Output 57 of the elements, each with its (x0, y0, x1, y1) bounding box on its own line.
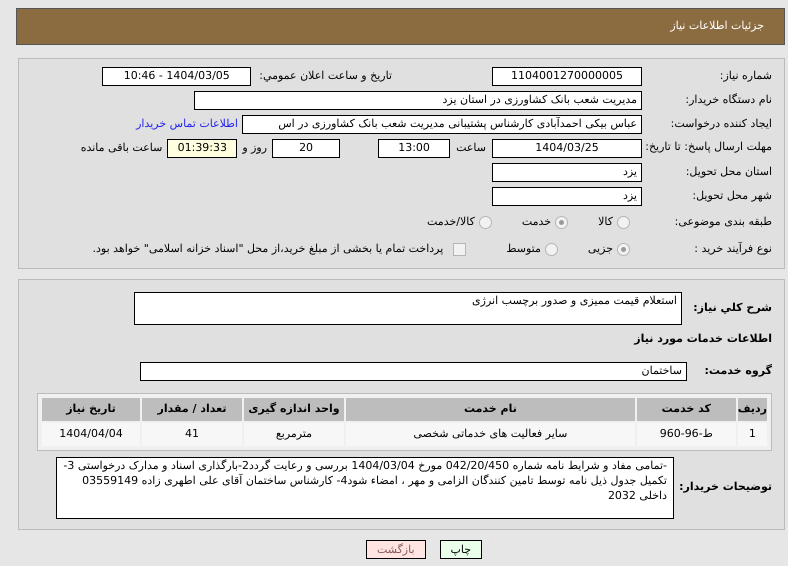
section-heading: اطلاعات خدمات مورد نیاز (632, 331, 772, 347)
radio-label: کالا (598, 214, 613, 230)
field-label: شرح کلي نیاز: (692, 300, 772, 316)
table-cell: 41 (142, 422, 242, 446)
field-label: نوع فرآیند خرید : (693, 240, 772, 257)
text-field[interactable]: 1404/03/25 (492, 139, 642, 158)
field-label: توضیحات خریدار: (678, 479, 772, 496)
print-button[interactable]: چاپ (440, 540, 482, 558)
checkbox[interactable] (453, 242, 466, 256)
field-label: شماره نیاز: (718, 68, 772, 84)
field-label: ساعت (456, 140, 486, 156)
column-header: تاریخ نیاز (42, 398, 140, 420)
text-field[interactable]: عباس بیکی احمدآبادی کارشناس پشتیبانی مدیریت شعب بانک کشاورزی در اس (242, 115, 642, 134)
table-cell: ط-96-960 (636, 422, 736, 446)
column-header: کد خدمت (636, 398, 736, 420)
field-label: طبقه بندی موضوعی: (674, 214, 772, 230)
field-label: تاریخ و ساعت اعلان عمومي: (259, 68, 392, 84)
text-field[interactable]: 1104001270000005 (492, 67, 642, 86)
field-label: استان محل تحویل: (684, 164, 772, 180)
column-header: تعداد / مقدار (142, 398, 242, 420)
column-header: واحد اندازه گیری (244, 398, 344, 420)
description-textarea[interactable]: استعلام قیمت ممیزی و صدور برچسب انرژی (134, 292, 682, 325)
field-label: ساعت باقی مانده (80, 140, 162, 156)
radio-button[interactable] (555, 216, 568, 228)
text-field[interactable]: 13:00 (378, 139, 450, 158)
checkbox-label: پرداخت تمام یا بخشی از مبلغ خرید،از محل "اسناد خزانه اسلامی" خواهد بود. (92, 240, 444, 257)
text-field[interactable]: مدیریت شعب بانک کشاورزی در استان یزد (194, 91, 642, 110)
text-field[interactable]: 1404/03/05 - 10:46 (102, 67, 252, 86)
notes-textarea[interactable]: -تمامی مفاد و شرایط نامه شماره 042/20/450 مورخ 1404/03/04 بررسی و رعایت گردد2-بارگذاری اسناد و مدارک درخواستی 3-تکمیل جدول ذیل نامه توسط تامین کنندگان الزامی و مهر ، امضاء شود4- کارشناس ساختمان آقای علی اطهری زاده 03559149 داخلی 2032 (56, 456, 674, 518)
field-label: روز و (242, 140, 268, 156)
page-title: جزئیات اطلاعات نیاز (670, 18, 764, 34)
radio-label: جزیی (588, 240, 613, 257)
radio-label: متوسط (506, 240, 541, 257)
field-label: گروه خدمت: (703, 362, 772, 379)
text-field[interactable]: 20 (272, 139, 340, 158)
back-button[interactable]: بازگشت (366, 540, 426, 558)
text-field[interactable]: یزد (492, 187, 642, 206)
radio-button[interactable] (544, 242, 558, 256)
table-cell: 1 (738, 422, 767, 446)
radio-label: خدمت (522, 214, 552, 230)
field-label: ایجاد کننده درخواست: (670, 116, 772, 132)
field-label: مهلت ارسال پاسخ: تا تاریخ: (644, 139, 772, 154)
text-field[interactable]: ساختمان (140, 362, 687, 380)
column-header: ردیف (738, 398, 767, 420)
countdown-field[interactable]: 01:39:33 (167, 139, 238, 158)
radio-button[interactable] (617, 242, 630, 256)
radio-button[interactable] (478, 216, 492, 228)
text-field[interactable]: یزد (492, 163, 642, 182)
table-cell: سایر فعالیت های خدماتی شخصی (346, 422, 635, 446)
contact-link[interactable]: اطلاعات تماس خریدار (136, 116, 238, 133)
radio-label: کالا/خدمت (427, 214, 475, 230)
column-header: نام خدمت (346, 398, 635, 420)
table-cell: 1404/04/04 (42, 422, 140, 446)
field-label: نام دستگاه خریدار: (684, 92, 772, 108)
table-cell: مترمربع (244, 422, 344, 446)
field-label: شهر محل تحویل: (691, 188, 772, 204)
radio-button[interactable] (617, 216, 630, 228)
